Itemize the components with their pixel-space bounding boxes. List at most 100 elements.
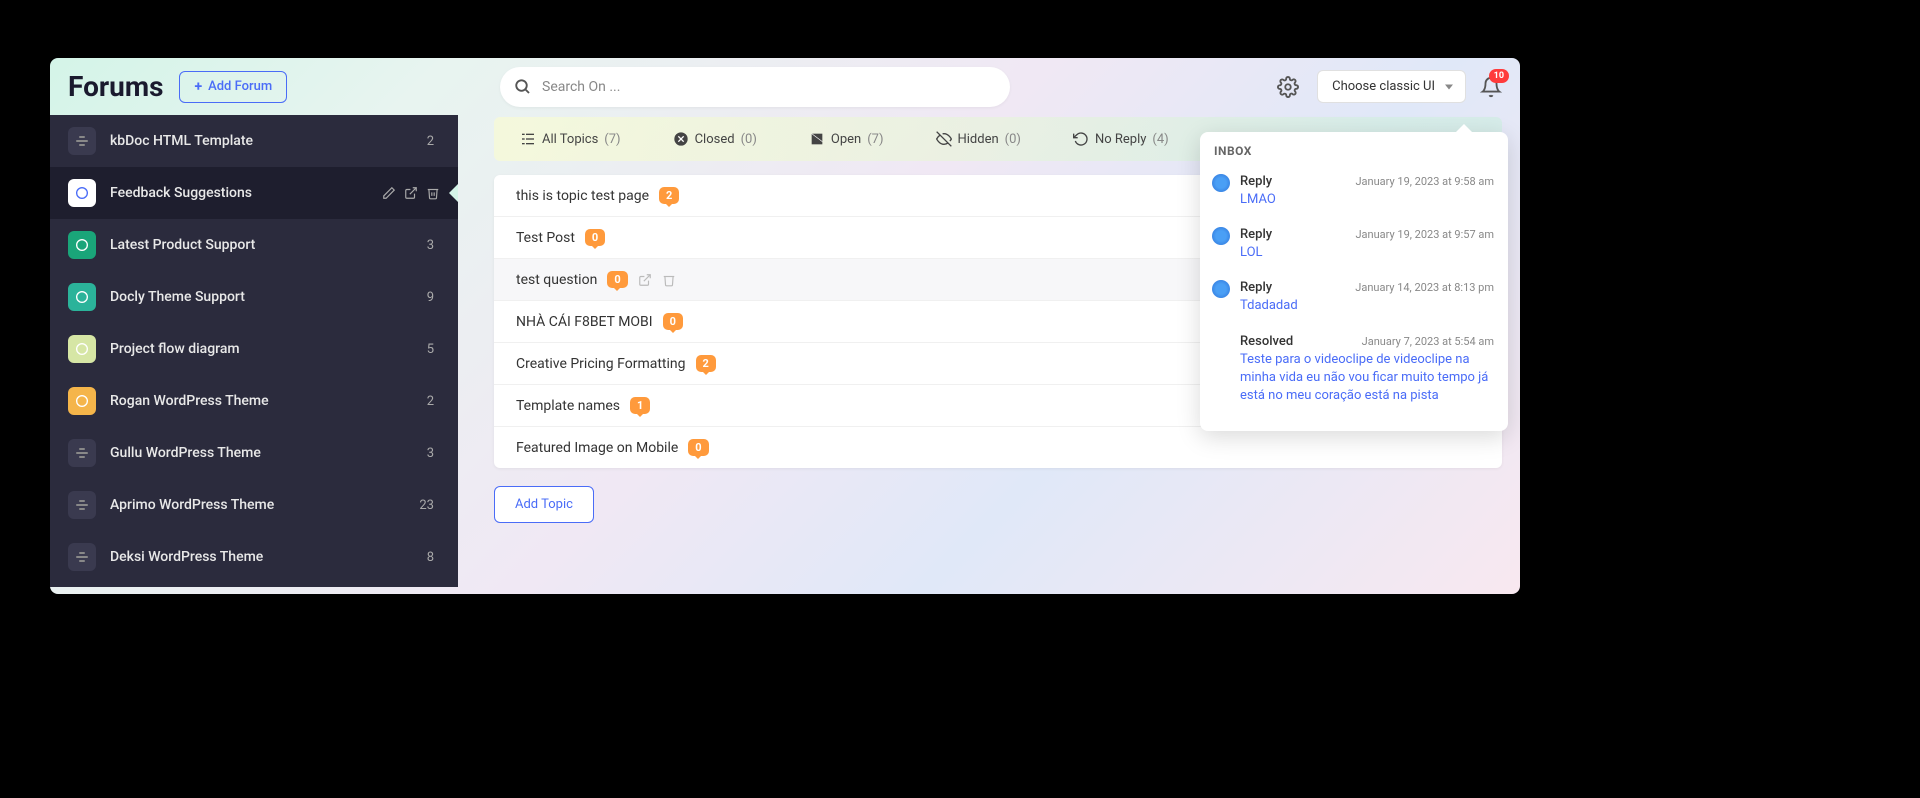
sidebar-item[interactable]: Latest Product Support3	[50, 219, 458, 271]
inbox-item-body: LMAO	[1240, 191, 1494, 209]
sidebar-item-label: Project flow diagram	[110, 341, 413, 357]
topic-reply-badge: 2	[696, 355, 716, 372]
forum-icon	[68, 335, 96, 363]
inbox-item-label: Reply	[1240, 280, 1272, 295]
tab[interactable]: Closed (0)	[647, 117, 783, 161]
sidebar-item-label: Gullu WordPress Theme	[110, 445, 413, 461]
tab-count: (0)	[741, 132, 757, 147]
tab-icon	[936, 131, 952, 147]
tab[interactable]: No Reply (4)	[1047, 117, 1195, 161]
inbox-item-body: LOL	[1240, 244, 1494, 262]
add-forum-button[interactable]: + Add Forum	[179, 71, 287, 103]
header-right: Choose classic UI 10	[1273, 70, 1502, 103]
tab-icon	[809, 131, 825, 147]
inbox-item-time: January 19, 2023 at 9:58 am	[1355, 175, 1494, 188]
topic-title: Creative Pricing Formatting	[516, 356, 686, 372]
avatar	[1212, 280, 1230, 298]
notification-badge: 10	[1489, 69, 1509, 83]
external-link-icon[interactable]	[404, 186, 418, 200]
sidebar-item[interactable]: kbDoc HTML Template2	[50, 115, 458, 167]
forum-icon	[68, 231, 96, 259]
app-frame: Forums + Add Forum Choose classic UI 10 …	[50, 58, 1520, 594]
stack-icon	[76, 448, 88, 458]
topic-reply-badge: 0	[585, 229, 605, 246]
topic-title: Test Post	[516, 230, 575, 246]
inbox-item-time: January 19, 2023 at 9:57 am	[1355, 228, 1494, 241]
tab-count: (7)	[867, 132, 883, 147]
gear-icon	[1277, 76, 1299, 98]
inbox-item-label: Resolved	[1240, 334, 1293, 349]
sidebar-item-label: Latest Product Support	[110, 237, 413, 253]
inbox-item[interactable]: Reply January 19, 2023 at 9:57 am LOL	[1214, 219, 1494, 272]
forum-icon	[68, 283, 96, 311]
tab-icon	[673, 131, 689, 147]
search-icon	[514, 78, 532, 96]
sidebar-item-count: 5	[427, 342, 434, 357]
ui-mode-label: Choose classic UI	[1332, 79, 1435, 94]
tab[interactable]: All Topics (7)	[494, 117, 647, 161]
external-link-icon[interactable]	[638, 273, 652, 287]
forum-icon	[68, 179, 96, 207]
tab-count: (4)	[1152, 132, 1168, 147]
sidebar-item-count: 9	[427, 290, 434, 305]
sidebar-item[interactable]: Docly Theme Support 9	[50, 271, 458, 323]
header: Forums + Add Forum Choose classic UI 10	[50, 58, 1520, 115]
sidebar-item-count: 3	[427, 446, 434, 461]
inbox-item-body: Tdadadad	[1240, 297, 1494, 315]
sidebar-item[interactable]: Gullu WordPress Theme 3	[50, 427, 458, 479]
forum-icon	[68, 491, 96, 519]
tab-label: All Topics	[542, 132, 598, 147]
avatar	[1212, 227, 1230, 245]
inbox-item[interactable]: ResolvedJanuary 7, 2023 at 5:54 amTeste …	[1214, 326, 1494, 416]
search-wrap	[500, 67, 1010, 107]
sidebar-item[interactable]: Aprimo WordPress Theme 23	[50, 479, 458, 531]
tab[interactable]: Open (7)	[783, 117, 910, 161]
sidebar-item[interactable]: Project flow diagram 5	[50, 323, 458, 375]
topic-reply-badge: 2	[659, 187, 679, 204]
tab-icon	[520, 131, 536, 147]
inbox-item[interactable]: ReplyJanuary 19, 2023 at 9:58 amLMAO	[1214, 166, 1494, 219]
sidebar-item-label: Deksi WordPress Theme	[110, 549, 413, 565]
topic-title: this is topic test page	[516, 188, 649, 204]
settings-button[interactable]	[1273, 72, 1303, 102]
sidebar-item-label: Feedback Suggestions	[110, 185, 368, 201]
inbox-item-label: Reply	[1240, 227, 1272, 242]
search-input[interactable]	[500, 67, 1010, 107]
sidebar-item[interactable]: Deksi WordPress Theme8	[50, 531, 458, 583]
tab-icon	[1073, 131, 1089, 147]
topic-title: NHÀ CÁI F8BET MOBI	[516, 314, 653, 330]
edit-icon[interactable]	[382, 186, 396, 200]
add-topic-button[interactable]: Add Topic	[494, 486, 594, 523]
sidebar-item-label: Rogan WordPress Theme	[110, 393, 413, 409]
forum-icon	[68, 127, 96, 155]
stack-icon	[76, 500, 88, 510]
sidebar-item[interactable]: Feedback Suggestions	[50, 167, 458, 219]
sidebar-item-count: 23	[419, 498, 434, 513]
topic-title: Featured Image on Mobile	[516, 440, 678, 456]
ui-mode-select[interactable]: Choose classic UI	[1317, 70, 1466, 103]
sidebar-item-count: 2	[427, 394, 434, 409]
forum-icon	[68, 387, 96, 415]
notifications-button[interactable]: 10	[1480, 76, 1502, 98]
topic-reply-badge: 0	[663, 313, 683, 330]
inbox-item[interactable]: ReplyJanuary 14, 2023 at 8:13 pmTdadadad	[1214, 272, 1494, 325]
topic-reply-badge: 0	[688, 439, 708, 456]
trash-icon[interactable]	[426, 186, 440, 200]
inbox-popover: INBOX ReplyJanuary 19, 2023 at 9:58 amLM…	[1200, 132, 1508, 431]
topic-row[interactable]: Featured Image on Mobile 0	[494, 427, 1502, 468]
sidebar-item-label: Aprimo WordPress Theme	[110, 497, 405, 513]
avatar	[1212, 174, 1230, 192]
tab[interactable]: Hidden (0)	[910, 117, 1047, 161]
trash-icon[interactable]	[662, 273, 676, 287]
inbox-item-time: January 7, 2023 at 5:54 am	[1362, 335, 1494, 348]
forum-icon	[68, 439, 96, 467]
sidebar-item[interactable]: Rogan WordPress Theme 2	[50, 375, 458, 427]
forum-icon	[68, 543, 96, 571]
topic-title: Template names	[516, 398, 620, 414]
tab-count: (0)	[1005, 132, 1021, 147]
topic-title: test question	[516, 272, 597, 288]
page-title: Forums	[68, 70, 163, 103]
tab-label: Closed	[695, 132, 735, 147]
sidebar-item-label: Docly Theme Support	[110, 289, 413, 305]
row-actions	[638, 273, 676, 287]
